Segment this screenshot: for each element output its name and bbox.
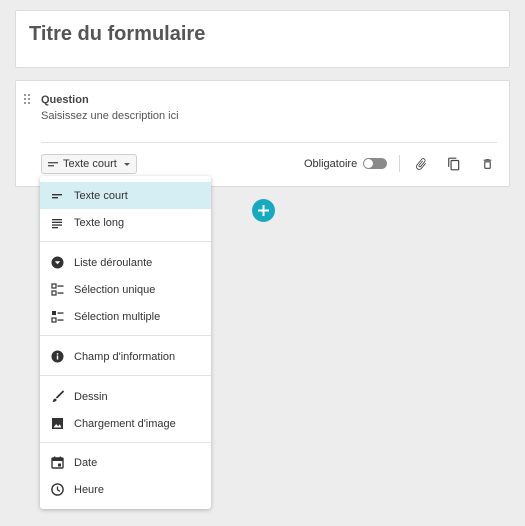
menu-item-label: Texte court	[74, 189, 128, 202]
dropdown-icon	[50, 256, 64, 270]
menu-item-selection-multiple[interactable]: Sélection multiple	[40, 303, 211, 330]
form-title-card: Titre du formulaire	[15, 10, 510, 68]
info-icon	[50, 350, 64, 364]
menu-item-champ-information[interactable]: Champ d'information	[40, 343, 211, 370]
add-question-button[interactable]	[252, 199, 275, 222]
menu-item-label: Chargement d'image	[74, 417, 176, 430]
menu-item-date[interactable]: Date	[40, 449, 211, 476]
menu-item-heure[interactable]: Heure	[40, 476, 211, 503]
menu-item-dessin[interactable]: Dessin	[40, 383, 211, 410]
question-card: Question Saisissez une description ici T…	[15, 80, 510, 187]
form-title[interactable]: Titre du formulaire	[29, 23, 205, 46]
caret-down-icon	[123, 162, 130, 166]
menu-item-liste-deroulante[interactable]: Liste déroulante	[40, 249, 211, 276]
short-text-icon	[50, 189, 64, 203]
divider	[41, 142, 497, 143]
short-text-icon	[48, 162, 58, 167]
question-description[interactable]: Saisissez une description ici	[41, 110, 179, 122]
drag-handle-icon[interactable]	[24, 94, 32, 106]
question-type-label: Texte court	[63, 158, 117, 170]
menu-item-label: Sélection multiple	[74, 310, 161, 323]
menu-divider	[40, 375, 211, 376]
menu-divider	[40, 335, 211, 336]
menu-divider	[40, 241, 211, 242]
delete-icon[interactable]	[479, 156, 495, 172]
menu-divider	[40, 442, 211, 443]
menu-item-label: Heure	[74, 483, 104, 496]
attachment-icon[interactable]	[413, 156, 429, 172]
image-icon	[50, 417, 64, 431]
multiple-choice-icon	[50, 310, 64, 324]
drawing-icon	[50, 390, 64, 404]
long-text-icon	[50, 216, 64, 230]
menu-item-selection-unique[interactable]: Sélection unique	[40, 276, 211, 303]
copy-icon[interactable]	[446, 156, 462, 172]
menu-item-chargement-image[interactable]: Chargement d'image	[40, 410, 211, 437]
question-type-menu: Texte court Texte long Liste déroulante …	[40, 176, 211, 509]
menu-item-label: Sélection unique	[74, 283, 156, 296]
toolbar-divider	[399, 155, 400, 172]
menu-item-label: Date	[74, 456, 98, 469]
question-type-dropdown[interactable]: Texte court	[41, 154, 137, 174]
single-choice-icon	[50, 283, 64, 297]
menu-item-label: Dessin	[74, 390, 108, 403]
calendar-icon	[50, 456, 64, 470]
required-toggle[interactable]	[363, 158, 387, 169]
required-label: Obligatoire	[304, 158, 358, 170]
menu-item-label: Champ d'information	[74, 350, 176, 363]
menu-item-texte-court[interactable]: Texte court	[40, 182, 211, 209]
question-label[interactable]: Question	[41, 94, 89, 106]
menu-item-label: Liste déroulante	[74, 256, 153, 269]
menu-item-texte-long[interactable]: Texte long	[40, 209, 211, 236]
plus-icon	[258, 205, 269, 216]
menu-item-label: Texte long	[74, 216, 125, 229]
clock-icon	[50, 483, 64, 497]
